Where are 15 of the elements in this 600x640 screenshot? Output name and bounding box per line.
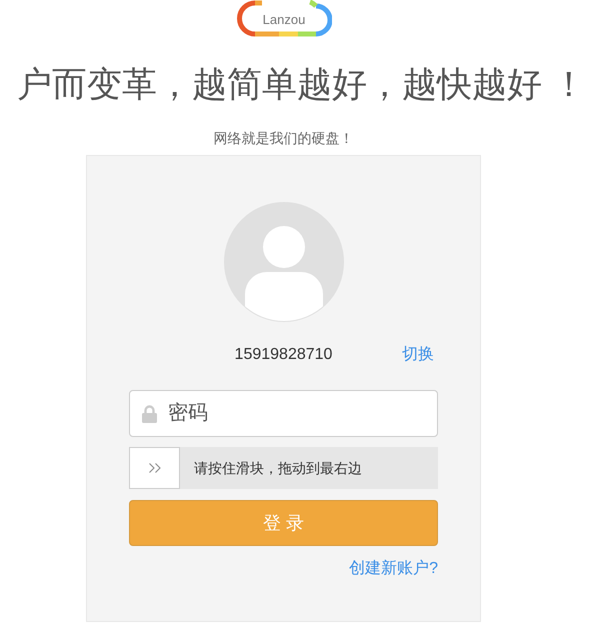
password-field[interactable]: 密码 [129,390,438,437]
double-chevron-icon [148,463,160,473]
switch-account-link[interactable]: 切换 [402,345,434,365]
tagline: 网络就是我们的硬盘！ [212,129,354,148]
create-account-link[interactable]: 创建新账户? [349,558,438,580]
lock-icon [142,405,157,423]
slider-hint: 请按住滑块，拖动到最右边 [194,459,362,478]
slider-handle[interactable] [129,447,180,489]
account-number: 15919828710 [234,345,332,365]
headline: 户而变革，越简单越好，越快越好 ！ [16,64,588,106]
cloud-logo-icon [236,0,332,38]
slider-track[interactable]: 请按住滑块，拖动到最右边 [129,447,438,489]
avatar-icon [224,202,344,322]
login-button[interactable]: 登 录 [129,500,438,546]
logo-text: Lanzou [262,12,306,28]
